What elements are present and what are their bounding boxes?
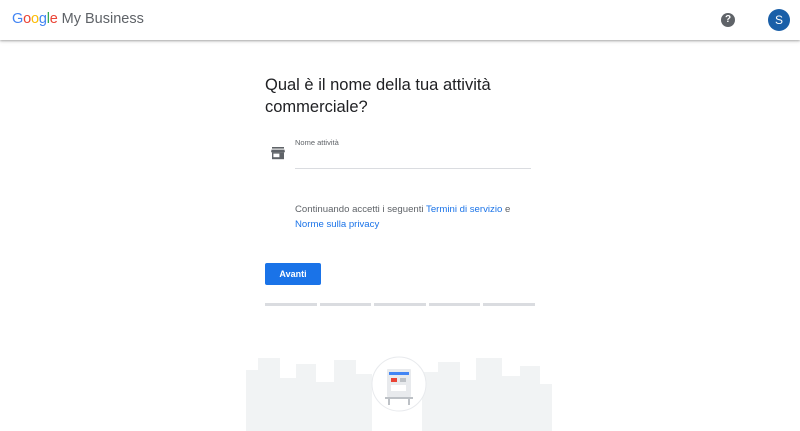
city-storefront-illustration: [246, 356, 552, 431]
logo-letter: o: [30, 11, 39, 27]
page-title: Qual è il nome della tua attività commer…: [265, 76, 491, 116]
logo-letter: o: [23, 11, 31, 27]
storefront-icon: [271, 147, 285, 160]
app-header: Google My Business ? S: [0, 0, 800, 40]
progress-indicator: [265, 303, 535, 306]
help-icon[interactable]: ?: [721, 13, 735, 27]
logo-letter: G: [12, 11, 24, 27]
account-avatar[interactable]: S: [768, 9, 790, 31]
terms-notice: Continuando accetti i seguenti Termini d…: [295, 202, 545, 232]
progress-step: [319, 303, 372, 306]
google-my-business-logo[interactable]: Google My Business: [12, 11, 144, 31]
progress-step: [428, 303, 481, 306]
next-button[interactable]: Avanti: [265, 263, 321, 285]
progress-step: [265, 303, 317, 306]
terms-conjunction: e: [504, 204, 511, 215]
logo-letter: e: [49, 11, 58, 27]
business-name-label: Nome attività: [295, 138, 339, 147]
business-name-input[interactable]: [295, 149, 531, 167]
business-name-field[interactable]: Nome attività: [295, 138, 531, 169]
terms-prefix: Continuando accetti i seguenti: [295, 204, 424, 215]
progress-step: [374, 303, 426, 306]
google-wordmark: Google: [12, 11, 58, 27]
terms-of-service-link[interactable]: Termini di servizio: [426, 204, 502, 215]
privacy-policy-link[interactable]: Norme sulla privacy: [295, 219, 379, 230]
logo-letter: g: [38, 11, 47, 27]
product-name: My Business: [61, 11, 144, 27]
progress-step: [483, 303, 535, 306]
